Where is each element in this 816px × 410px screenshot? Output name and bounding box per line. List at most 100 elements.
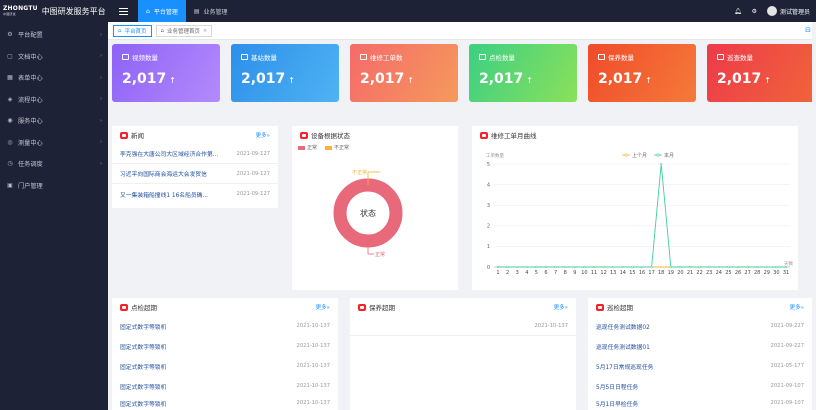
list-item[interactable]: 5月1日早检任务 2021-09-107 xyxy=(588,396,812,410)
list-item[interactable]: 5月5日日程任务 2021-09-107 xyxy=(588,376,812,396)
list-item[interactable]: 固定式数字等锁机 2021-10-137 xyxy=(112,336,338,356)
stat-label: 巡查数量 xyxy=(727,54,753,62)
stat-label: 点检数量 xyxy=(489,54,515,62)
sidebar-item-portal[interactable]: ▣ 门户管理 xyxy=(0,175,108,197)
sidebar-item-docs[interactable]: ▢ 文档中心 › xyxy=(0,46,108,68)
list-item[interactable]: 2021-10-137 xyxy=(350,316,576,336)
stat-label: 基站数量 xyxy=(251,54,277,62)
status-legend: 正常 不正常 xyxy=(292,144,458,151)
list-item[interactable]: 固定式数字等锁机 2021-10-137 xyxy=(112,376,338,396)
list-item[interactable]: 巡现任务测试数据02 2021-09-227 xyxy=(588,316,812,336)
data-point xyxy=(506,265,509,269)
list-item[interactable]: 固定式数字等锁机 2021-10-137 xyxy=(112,316,338,336)
more-link[interactable]: 更多» xyxy=(316,303,330,311)
top-right-tools: 🔔︎ ⚙ 测试管理员 xyxy=(734,6,816,16)
list-item[interactable]: 习近平向国际商会海运大会发贺信 2021-09-127 xyxy=(112,164,278,184)
hamburger-icon xyxy=(118,7,128,15)
tab-business-home[interactable]: ⌂ 业务管理首页 × xyxy=(155,24,213,37)
house-icon: ⌂ xyxy=(160,27,165,34)
x-tick-label: 28 xyxy=(754,270,760,276)
bell-icon[interactable]: 🔔︎ xyxy=(734,8,742,15)
data-point xyxy=(516,265,519,269)
data-point xyxy=(775,265,778,269)
top-tab-platform[interactable]: ⌂ 平台管理 xyxy=(138,0,186,22)
x-tick-label: 20 xyxy=(677,270,683,276)
stat-card-patrol[interactable]: 巡查数量 2,017 ↑ xyxy=(707,44,815,102)
data-point xyxy=(717,265,720,269)
list-item[interactable]: 巡现任务测试数据01 2021-09-227 xyxy=(588,336,812,356)
y-axis-label: 工单数量 xyxy=(486,152,504,159)
menu-toggle-button[interactable] xyxy=(108,0,138,22)
card-icon xyxy=(360,54,367,60)
data-point xyxy=(602,265,605,269)
x-tick-label: 6 xyxy=(544,270,547,276)
stat-card-repair[interactable]: 维修工单数 2,017 ↑ xyxy=(350,44,458,102)
x-tick-label: 25 xyxy=(725,270,731,276)
logo: ZHONGTU 中图研发 xyxy=(3,6,38,17)
x-tick-label: 14 xyxy=(620,270,626,276)
list-item[interactable]: 又一集装箱船撞线1 16名船员确... 2021-09-127 xyxy=(112,184,278,204)
stat-card-maintain[interactable]: 保养数量 2,017 ↑ xyxy=(588,44,696,102)
chevron-right-icon: › xyxy=(100,53,102,60)
app-title: 中图研发服务平台 xyxy=(41,6,106,16)
gear-icon[interactable]: ⚙ xyxy=(752,8,757,15)
sidebar-item-label: 表单中心 xyxy=(18,75,43,83)
sidebar-item-label: 文档中心 xyxy=(18,53,43,61)
top-tab-business[interactable]: ▤ 业务管理 xyxy=(186,0,236,22)
y-axis: 0 1 2 3 4 5 xyxy=(487,162,490,271)
x-tick-label: 29 xyxy=(764,270,770,276)
panel-header: 保养超期 更多» xyxy=(350,298,576,316)
tab-platform-home[interactable]: ⌂ 平台首页 xyxy=(113,24,152,37)
list-item[interactable]: 固定式数字等锁机 2021-10-137 xyxy=(112,396,338,410)
legend-abnormal[interactable]: 不正常 xyxy=(325,144,349,151)
list-item[interactable]: 李克强在大唐公司大区域经济合作第... 2021-09-127 xyxy=(112,144,278,164)
x-tick-label: 26 xyxy=(735,270,741,276)
user-menu[interactable]: 测试管理员 xyxy=(766,6,810,16)
sidebar-item-measure[interactable]: ◎ 测量中心 › xyxy=(0,132,108,154)
sidebar-item-label: 流程中心 xyxy=(18,96,43,104)
y-tick-label: 3 xyxy=(487,203,490,209)
list-item[interactable]: 固定式数字等锁机 2021-10-137 xyxy=(112,356,338,376)
stat-label: 维修工单数 xyxy=(370,54,403,62)
data-point xyxy=(660,265,663,269)
more-link[interactable]: 更多» xyxy=(790,303,804,311)
x-tick-label: 27 xyxy=(744,270,750,276)
x-tick-label: 19 xyxy=(668,270,674,276)
panel-title: 保养超期 xyxy=(369,304,395,312)
stat-card-station[interactable]: 基站数量 2,017 ↑ xyxy=(231,44,339,102)
page-scrollbar[interactable] xyxy=(812,22,816,410)
stat-card-inspect[interactable]: 点检数量 2,017 ↑ xyxy=(469,44,577,102)
list-item[interactable]: 5月17日常规巡现任务 2021-05-177 xyxy=(588,356,812,376)
sidebar: ⚙ 平台配置 › ▢ 文档中心 › ▦ 表单中心 › ◈ 流程中心 › ◉ 服务中心 › ◎ 测量中心… xyxy=(0,22,108,410)
measure-icon: ◎ xyxy=(7,138,13,146)
sidebar-item-flow[interactable]: ◈ 流程中心 › xyxy=(0,89,108,111)
legend-normal[interactable]: 正常 xyxy=(298,144,317,151)
sidebar-item-tasks[interactable]: ◷ 任务调度 › xyxy=(0,153,108,175)
chart-title: 维修工单月曲线 xyxy=(491,132,537,140)
inspect-overdue-panel: 点检超期 更多» 固定式数字等锁机 2021-10-137 固定式数字等锁机 202… xyxy=(112,298,338,410)
sidebar-item-label: 门户管理 xyxy=(18,182,43,190)
x-tick-label: 3 xyxy=(516,270,519,276)
y-tick-label: 4 xyxy=(487,182,490,188)
arrow-up-icon: ↑ xyxy=(288,76,295,85)
more-link[interactable]: 更多» xyxy=(256,131,270,139)
chevron-right-icon: › xyxy=(100,139,102,146)
card-icon xyxy=(241,54,248,60)
data-point xyxy=(698,265,701,269)
stat-card-video[interactable]: 视频数量 2,017 ↑ xyxy=(112,44,220,102)
data-point xyxy=(544,265,548,269)
more-link[interactable]: 更多» xyxy=(554,303,568,311)
x-tick-label: 31 xyxy=(783,270,789,276)
chart-legend: 上个月 本月 xyxy=(622,152,674,159)
y-tick-label: 2 xyxy=(487,224,490,230)
panel-title: 设备根据状态 xyxy=(311,132,350,140)
data-point xyxy=(765,265,768,269)
sidebar-item-service[interactable]: ◉ 服务中心 › xyxy=(0,110,108,132)
panel-header: 巡检超期 更多» xyxy=(588,298,812,316)
sidebar-item-platform-config[interactable]: ⚙ 平台配置 › xyxy=(0,24,108,46)
stat-label: 视频数量 xyxy=(132,54,158,62)
sidebar-item-forms[interactable]: ▦ 表单中心 › xyxy=(0,67,108,89)
close-icon[interactable]: × xyxy=(203,28,207,34)
file-icon: ▢ xyxy=(7,52,13,60)
chevron-right-icon: › xyxy=(100,117,102,124)
